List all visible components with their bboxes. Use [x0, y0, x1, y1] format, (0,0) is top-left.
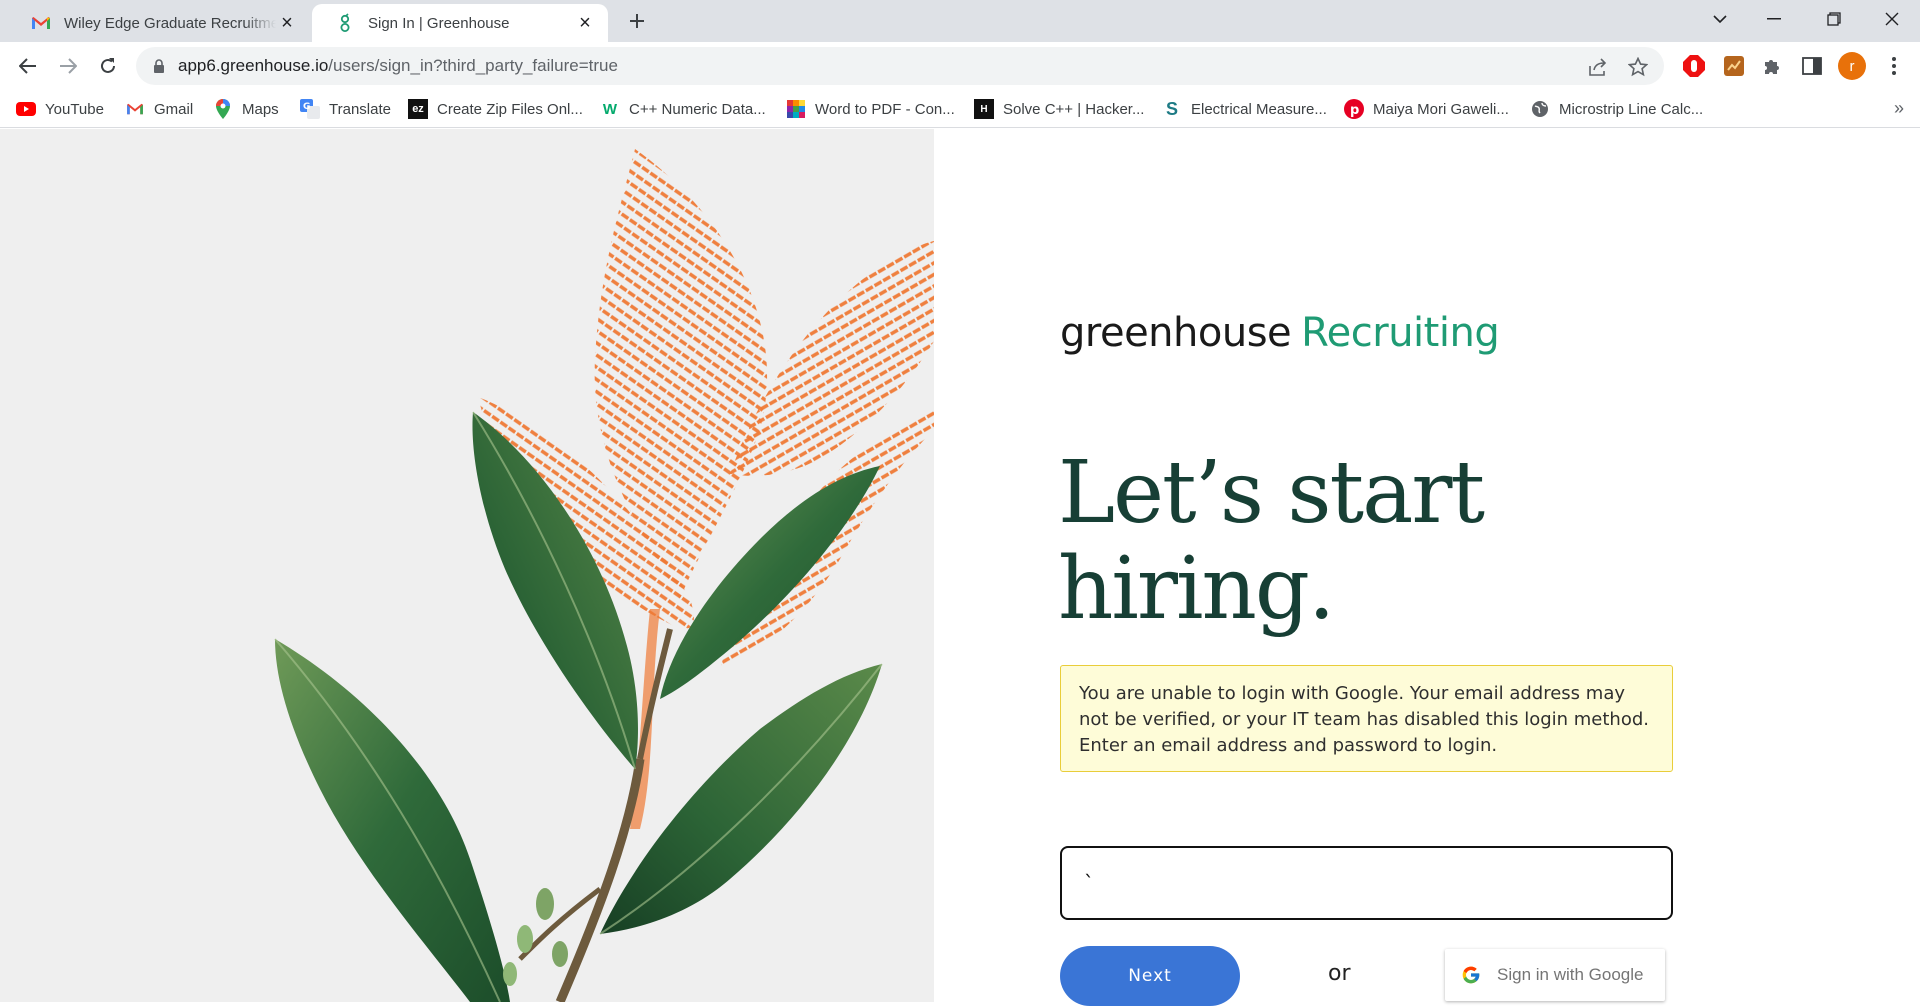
- pinterest-icon: p: [1344, 99, 1364, 119]
- more-bookmarks-chevron-icon[interactable]: »: [1894, 98, 1904, 119]
- gmail-icon: [30, 12, 52, 34]
- headline-line-2: hiring.: [1058, 539, 1335, 639]
- reload-icon[interactable]: [92, 50, 124, 82]
- bookmark-label: Electrical Measure...: [1191, 100, 1327, 118]
- bookmark-label: Maiya Mori Gaweli...: [1373, 100, 1509, 118]
- url-host: app6.greenhouse.io: [178, 56, 329, 75]
- window-close-icon[interactable]: [1864, 0, 1920, 38]
- bookmark-w3schools[interactable]: W C++ Numeric Data...: [600, 96, 766, 122]
- youtube-icon: [16, 99, 36, 119]
- greenhouse-icon: [334, 12, 356, 34]
- browser-toolbar: app6.greenhouse.io/users/sign_in?third_p…: [0, 42, 1920, 90]
- svg-text:G: G: [303, 102, 310, 112]
- tab-close-icon[interactable]: ×: [574, 12, 596, 34]
- minimize-icon[interactable]: [1746, 0, 1802, 38]
- bookmark-youtube[interactable]: YouTube: [16, 96, 104, 122]
- ezyzip-icon: ez: [408, 99, 428, 119]
- address-bar[interactable]: app6.greenhouse.io/users/sign_in?third_p…: [136, 47, 1664, 85]
- svg-text:p: p: [1350, 103, 1359, 118]
- or-divider-text: or: [1328, 961, 1351, 986]
- hero-illustration-panel: [0, 129, 934, 1002]
- login-error-alert: You are unable to login with Google. You…: [1060, 665, 1673, 772]
- bookmark-wordtopdf[interactable]: Word to PDF - Con...: [786, 96, 955, 122]
- forward-arrow-icon[interactable]: [52, 50, 84, 82]
- logo-product: Recruiting: [1301, 310, 1500, 356]
- tab-title: Sign In | Greenhouse: [368, 14, 510, 32]
- share-icon[interactable]: [1586, 55, 1610, 79]
- bookmark-label: Create Zip Files Onl...: [437, 100, 583, 118]
- logo-wordmark: greenhouse: [1060, 310, 1292, 356]
- bookmark-label: Word to PDF - Con...: [815, 100, 955, 118]
- url-text: app6.greenhouse.io/users/sign_in?third_p…: [178, 56, 618, 76]
- tab-title: Wiley Edge Graduate Recruitment: [64, 14, 276, 32]
- tab-greenhouse-signin[interactable]: Sign In | Greenhouse ×: [312, 4, 608, 42]
- side-panel-icon[interactable]: [1798, 52, 1826, 80]
- lock-icon[interactable]: [150, 57, 168, 75]
- url-path: /users/sign_in?third_party_failure=true: [328, 56, 618, 75]
- tab-strip: Wiley Edge Graduate Recruitment × Sign I…: [0, 0, 1920, 42]
- email-field[interactable]: [1060, 846, 1673, 920]
- maps-icon: [213, 99, 233, 119]
- bookmark-label: Solve C++ | Hacker...: [1003, 100, 1145, 118]
- bookmarks-bar: YouTube Gmail Maps G Translate ez Create…: [0, 90, 1920, 128]
- profile-avatar[interactable]: r: [1838, 52, 1866, 80]
- google-g-icon: [1445, 965, 1497, 985]
- extension-icon[interactable]: [1720, 52, 1748, 80]
- sign-in-with-google-button[interactable]: Sign in with Google: [1445, 949, 1665, 1001]
- bookmark-label: YouTube: [45, 100, 104, 118]
- tab-close-icon[interactable]: ×: [276, 12, 298, 34]
- scribd-icon: S: [1165, 98, 1178, 119]
- bookmark-label: C++ Numeric Data...: [629, 100, 766, 118]
- extensions-puzzle-icon[interactable]: [1758, 52, 1786, 80]
- greenhouse-recruiting-logo: greenhouse Recruiting: [1060, 310, 1500, 356]
- gmail-icon: [125, 99, 145, 119]
- bookmark-maps[interactable]: Maps: [213, 96, 279, 122]
- bookmark-star-icon[interactable]: [1626, 55, 1650, 79]
- globe-icon: [1530, 99, 1550, 119]
- bookmark-ezyzip[interactable]: ez Create Zip Files Onl...: [408, 96, 583, 122]
- headline-line-1: Let’s start: [1058, 443, 1485, 543]
- bookmark-pinterest[interactable]: p Maiya Mori Gaweli...: [1344, 96, 1509, 122]
- bookmark-label: Gmail: [154, 100, 194, 118]
- bookmark-scribd[interactable]: S Electrical Measure...: [1162, 96, 1327, 122]
- plant-fingerprint-illustration: [274, 149, 934, 1002]
- restore-icon[interactable]: [1806, 0, 1862, 38]
- new-tab-plus-icon[interactable]: [622, 6, 652, 36]
- next-button[interactable]: Next: [1060, 946, 1240, 1006]
- page-headline: Let’s start hiring.: [1058, 445, 1658, 637]
- adblock-extension-icon[interactable]: [1680, 52, 1708, 80]
- google-button-label: Sign in with Google: [1497, 965, 1644, 984]
- bookmark-label: Microstrip Line Calc...: [1559, 100, 1704, 118]
- kebab-menu-icon[interactable]: [1880, 52, 1908, 80]
- bookmark-label: Maps: [242, 100, 279, 118]
- bookmark-microstrip[interactable]: Microstrip Line Calc...: [1530, 96, 1703, 122]
- bookmark-translate[interactable]: G Translate: [300, 96, 391, 122]
- tab-wiley-edge[interactable]: Wiley Edge Graduate Recruitment ×: [8, 4, 310, 42]
- translate-icon: G: [300, 99, 320, 119]
- bookmark-gmail[interactable]: Gmail: [125, 96, 193, 122]
- tab-search-chevron-icon[interactable]: [1692, 0, 1748, 38]
- w3schools-icon: W: [602, 100, 618, 118]
- back-arrow-icon[interactable]: [12, 50, 44, 82]
- wordtopdf-icon: [786, 99, 806, 119]
- sign-in-page: greenhouse Recruiting Let’s start hiring.…: [0, 129, 1920, 1006]
- hackerrank-icon: H: [974, 99, 994, 119]
- bookmark-hackerrank[interactable]: H Solve C++ | Hacker...: [974, 96, 1144, 122]
- bookmark-label: Translate: [329, 100, 391, 118]
